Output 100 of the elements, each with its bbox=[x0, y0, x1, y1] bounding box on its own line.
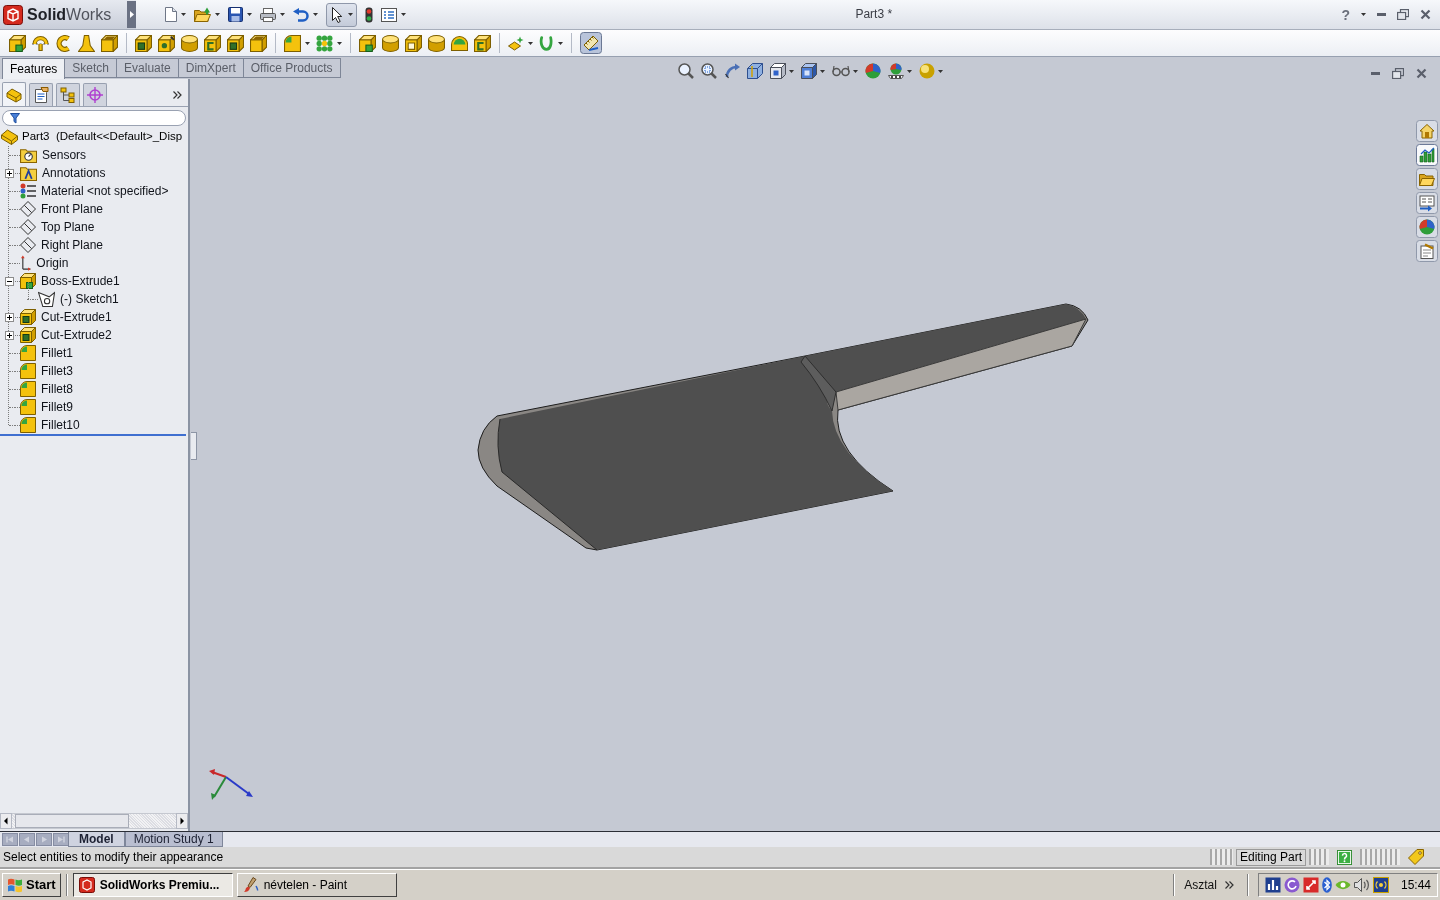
curved-arrow-icon[interactable] bbox=[723, 63, 740, 79]
command-tab[interactable]: Evaluate bbox=[117, 58, 179, 78]
color-ball-icon[interactable] bbox=[1416, 216, 1438, 238]
speaker-icon[interactable] bbox=[1353, 878, 1370, 892]
command-tab[interactable]: Features bbox=[2, 58, 66, 79]
caret-icon[interactable] bbox=[557, 41, 563, 45]
select-button[interactable] bbox=[326, 2, 357, 27]
feature-tree-item[interactable]: Front Plane bbox=[41, 201, 104, 217]
caret-icon[interactable] bbox=[906, 69, 912, 73]
feature-tree-item[interactable]: Fillet1 bbox=[41, 345, 73, 361]
bluetooth-icon[interactable] bbox=[1321, 877, 1332, 893]
double-chevron-icon[interactable] bbox=[1224, 881, 1234, 889]
traffic-light-icon[interactable] bbox=[365, 6, 373, 23]
panel-tab[interactable] bbox=[56, 83, 80, 106]
block-icon[interactable] bbox=[203, 34, 221, 52]
color-ball-icon[interactable] bbox=[864, 63, 881, 79]
dome-icon[interactable] bbox=[450, 35, 468, 51]
feature-tree-root[interactable]: Part3 (Default<<Default>_Disp bbox=[22, 130, 183, 144]
tree-toggle-icon[interactable] bbox=[5, 330, 14, 340]
bell-shape-icon[interactable] bbox=[77, 34, 95, 52]
cut-block-icon[interactable] bbox=[134, 34, 152, 52]
caret-icon[interactable] bbox=[937, 69, 943, 73]
command-tab[interactable]: DimXpert bbox=[178, 58, 244, 78]
cylinder-icon[interactable] bbox=[381, 34, 399, 52]
feature-tree-item[interactable]: Annotations bbox=[42, 165, 106, 181]
block-icon[interactable] bbox=[473, 34, 491, 52]
caret-icon[interactable] bbox=[788, 69, 794, 73]
funnel-icon[interactable] bbox=[10, 112, 20, 124]
feature-tree-item[interactable]: Boss-Extrude1 bbox=[41, 273, 120, 289]
swirl-icon[interactable] bbox=[1283, 877, 1300, 893]
panel-tab[interactable] bbox=[2, 82, 26, 106]
sparkle-icon[interactable] bbox=[507, 35, 524, 51]
magnifier-icon[interactable] bbox=[677, 63, 694, 79]
feature-tree-item[interactable]: Sensors bbox=[42, 147, 87, 163]
cylinder-icon[interactable] bbox=[180, 34, 198, 52]
cube-icon[interactable] bbox=[769, 63, 786, 79]
feature-tree-item[interactable]: Top Plane bbox=[41, 219, 95, 235]
tree-toggle-icon[interactable] bbox=[5, 312, 14, 322]
filter-field[interactable] bbox=[2, 110, 186, 126]
feature-tree-item[interactable]: Fillet9 bbox=[41, 399, 73, 415]
block-icon[interactable] bbox=[9, 34, 26, 52]
bars-tile-icon[interactable] bbox=[1264, 877, 1281, 893]
sphere-scene-icon[interactable] bbox=[887, 63, 904, 79]
caret-icon[interactable] bbox=[1361, 13, 1366, 16]
taskbar-button[interactable]: névtelen - Paint bbox=[236, 873, 397, 897]
close-icon[interactable] bbox=[1420, 9, 1431, 20]
restore-icon[interactable] bbox=[1397, 9, 1409, 20]
feature-tree-item[interactable]: Fillet3 bbox=[41, 363, 73, 379]
c-shape-icon[interactable] bbox=[55, 34, 72, 52]
printer-icon[interactable] bbox=[260, 7, 276, 22]
undo-icon[interactable] bbox=[293, 7, 309, 22]
folder-icon[interactable] bbox=[1416, 168, 1438, 190]
pointer-icon[interactable] bbox=[332, 6, 342, 23]
feature-tree-item[interactable]: Cut-Extrude1 bbox=[41, 309, 112, 325]
wireless-icon[interactable] bbox=[1372, 877, 1389, 893]
open-folder-icon[interactable] bbox=[194, 7, 211, 22]
clipboard-icon[interactable] bbox=[1416, 240, 1438, 262]
command-tab[interactable]: Sketch bbox=[65, 58, 118, 78]
restore-icon[interactable] bbox=[1392, 68, 1404, 79]
rounded-block-icon[interactable] bbox=[283, 34, 301, 52]
caret-icon[interactable] bbox=[336, 41, 342, 45]
feature-tree-item[interactable]: Fillet8 bbox=[41, 381, 73, 397]
cube-icon[interactable] bbox=[800, 63, 817, 79]
arc-axis-icon[interactable] bbox=[32, 35, 50, 51]
house-icon[interactable] bbox=[1416, 120, 1438, 142]
cut-block-icon[interactable] bbox=[226, 34, 244, 52]
start-button[interactable]: Start bbox=[2, 873, 61, 897]
feature-tree-item[interactable]: Material <not specified> bbox=[41, 183, 169, 199]
double-chevron-icon[interactable] bbox=[173, 90, 182, 99]
question-mark-icon[interactable] bbox=[1337, 849, 1352, 865]
feature-tree-item[interactable]: Fillet10 bbox=[41, 417, 80, 433]
caret-icon[interactable] bbox=[819, 69, 825, 73]
block-icon[interactable] bbox=[358, 34, 376, 52]
block-icon[interactable] bbox=[249, 34, 267, 52]
taskbar-button[interactable]: SolidWorks Premiu... bbox=[72, 873, 233, 897]
toolbar-label[interactable]: Asztal bbox=[1184, 877, 1217, 893]
arrows-icon[interactable] bbox=[1302, 877, 1319, 893]
glasses-icon[interactable] bbox=[831, 65, 850, 77]
caret-icon[interactable] bbox=[181, 13, 186, 16]
new-document-icon[interactable] bbox=[165, 7, 177, 22]
caret-icon[interactable] bbox=[401, 13, 406, 16]
caret-icon[interactable] bbox=[527, 41, 533, 45]
command-tab[interactable]: Office Products bbox=[243, 58, 341, 78]
panel-tab[interactable] bbox=[83, 83, 107, 106]
close-icon[interactable] bbox=[1416, 68, 1427, 79]
checklist-icon[interactable] bbox=[381, 7, 397, 22]
bar-chart-icon[interactable] bbox=[1416, 144, 1438, 166]
feature-tree-item[interactable]: Origin bbox=[36, 255, 69, 271]
tree-toggle-icon[interactable] bbox=[5, 276, 14, 286]
tag-icon[interactable] bbox=[1408, 849, 1424, 865]
scrollbar-thumb[interactable] bbox=[15, 814, 129, 828]
splitter-handle[interactable] bbox=[191, 432, 197, 460]
magnifier-icon[interactable] bbox=[700, 63, 717, 79]
caret-icon[interactable] bbox=[304, 41, 310, 45]
save-icon[interactable] bbox=[228, 7, 243, 22]
caret-icon[interactable] bbox=[247, 13, 252, 16]
feature-tree-item[interactable]: Right Plane bbox=[41, 237, 104, 253]
feature-tree-item[interactable]: Cut-Extrude2 bbox=[41, 327, 112, 343]
hollow-block-icon[interactable] bbox=[404, 34, 422, 52]
dot-grid-icon[interactable] bbox=[315, 34, 333, 52]
